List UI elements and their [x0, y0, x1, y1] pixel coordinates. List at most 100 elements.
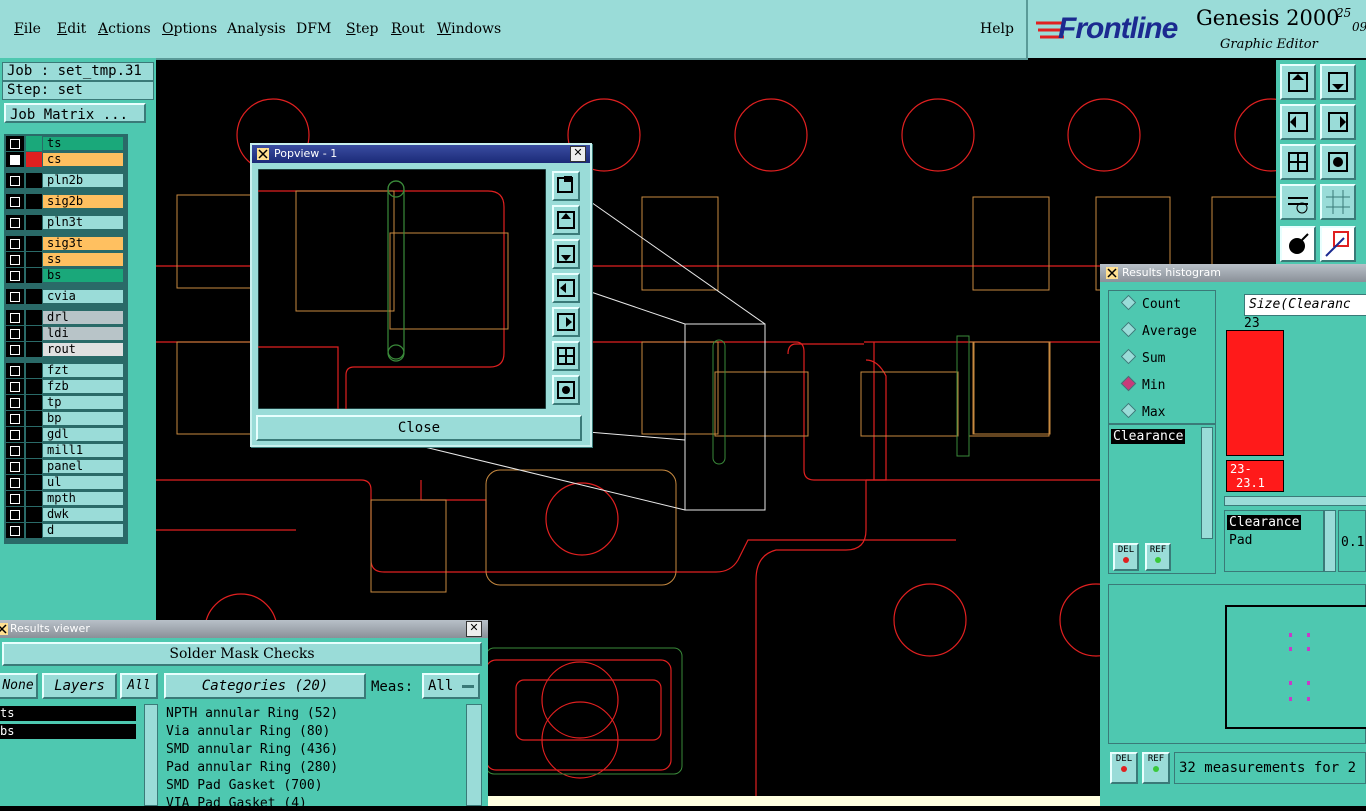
layer-row-pln3t[interactable]: pln3t [6, 215, 124, 230]
layer-name[interactable]: tp [42, 395, 124, 410]
layer-name[interactable]: mpth [42, 491, 124, 506]
layer-checkbox[interactable] [6, 491, 24, 506]
layer-row-panel[interactable]: panel [6, 459, 124, 474]
layer-checkbox[interactable] [6, 411, 24, 426]
layer-checkbox[interactable] [6, 395, 24, 410]
layer-color-swatch[interactable] [26, 507, 42, 522]
popview-zoom-fit-button[interactable] [552, 171, 580, 201]
snap-tool[interactable] [1280, 184, 1316, 220]
job-matrix-button[interactable]: Job Matrix ... [4, 103, 146, 123]
layer-color-swatch[interactable] [26, 443, 42, 458]
type-item[interactable]: Clearance [1227, 515, 1302, 530]
category-item[interactable]: VIA Pad Gasket (4) [166, 796, 307, 811]
radio-average[interactable]: Average [1120, 321, 1197, 339]
layer-row-mpth[interactable]: mpth [6, 491, 124, 506]
menu-actions[interactable]: Actions [98, 21, 151, 37]
radio-count[interactable]: Count [1120, 294, 1181, 312]
layer-row-sig2b[interactable]: sig2b [6, 194, 124, 209]
layer-row-mill1[interactable]: mill1 [6, 443, 124, 458]
layer-name[interactable]: cvia [42, 289, 124, 304]
layer-row-d[interactable]: d [6, 523, 124, 538]
bin-width-spinner[interactable]: 0.1 [1338, 510, 1366, 572]
layer-color-swatch[interactable] [26, 342, 42, 357]
radio-min[interactable]: Min [1120, 375, 1165, 393]
layer-name[interactable]: ldi [42, 326, 124, 341]
layer-color-swatch[interactable] [26, 427, 42, 442]
category-item[interactable]: Pad annular Ring (280) [166, 760, 338, 775]
layer-name[interactable]: d [42, 523, 124, 538]
all-button[interactable]: All [120, 673, 158, 699]
layer-name[interactable]: sig3t [42, 236, 124, 251]
measure-tool[interactable] [1320, 226, 1356, 262]
size-field[interactable]: Size(Clearanc [1244, 294, 1366, 316]
zoom-out-tool[interactable] [1320, 144, 1356, 180]
layer-checkbox[interactable] [6, 523, 24, 538]
layer-checkbox[interactable] [6, 215, 24, 230]
popview-close-button[interactable]: Close [256, 415, 582, 441]
window-menu-icon[interactable] [0, 623, 8, 635]
ref-button-bottom[interactable]: REF [1142, 752, 1170, 784]
layer-row-bp[interactable]: bp [6, 411, 124, 426]
popview-zoom-out-button[interactable] [552, 375, 580, 405]
layer-color-swatch[interactable] [26, 173, 42, 188]
pan-up-tool[interactable] [1280, 64, 1316, 100]
layer-list-scrollbar[interactable] [144, 704, 158, 806]
radio-max[interactable]: Max [1120, 402, 1165, 420]
category-item[interactable]: NPTH annular Ring (52) [166, 706, 338, 721]
layer-name[interactable]: rout [42, 342, 124, 357]
result-layer-item[interactable]: bs [0, 724, 136, 739]
del-button-bottom[interactable]: DEL [1110, 752, 1138, 784]
layer-color-swatch[interactable] [26, 459, 42, 474]
layer-color-swatch[interactable] [26, 236, 42, 251]
category-item[interactable]: SMD Pad Gasket (700) [166, 778, 323, 793]
layer-checkbox[interactable] [6, 152, 24, 167]
menu-options[interactable]: Options [162, 21, 217, 37]
radio-sum[interactable]: Sum [1120, 348, 1165, 366]
layer-checkbox[interactable] [6, 459, 24, 474]
layer-checkbox[interactable] [6, 136, 24, 151]
pad-tool[interactable] [1280, 226, 1316, 262]
layer-row-drl[interactable]: drl [6, 310, 124, 325]
category-item[interactable]: SMD annular Ring (436) [166, 742, 338, 757]
layer-row-fzb[interactable]: fzb [6, 379, 124, 394]
layer-name[interactable]: ul [42, 475, 124, 490]
popview-pan-right-button[interactable] [552, 307, 580, 337]
layer-color-swatch[interactable] [26, 252, 42, 267]
histogram-hscrollbar[interactable] [1224, 496, 1366, 506]
pan-down-tool[interactable] [1320, 64, 1356, 100]
layer-row-bs[interactable]: bs [6, 268, 124, 283]
layer-row-ts[interactable]: ts [6, 136, 124, 151]
del-button[interactable]: DEL [1113, 543, 1139, 571]
layer-color-swatch[interactable] [26, 395, 42, 410]
layer-color-swatch[interactable] [26, 411, 42, 426]
none-button[interactable]: None [0, 673, 38, 699]
layer-name[interactable]: pln2b [42, 173, 124, 188]
layer-color-swatch[interactable] [26, 475, 42, 490]
layer-row-sig3t[interactable]: sig3t [6, 236, 124, 251]
popview-pan-up-button[interactable] [552, 205, 580, 235]
layer-name[interactable]: mill1 [42, 443, 124, 458]
popview-close-icon[interactable]: ✕ [570, 146, 586, 162]
popview-zoom-in-button[interactable] [552, 341, 580, 371]
layer-checkbox[interactable] [6, 427, 24, 442]
layer-checkbox[interactable] [6, 507, 24, 522]
layer-row-cs[interactable]: cs [6, 152, 124, 167]
histogram-bar[interactable] [1226, 330, 1284, 456]
layer-row-ss[interactable]: ss [6, 252, 124, 267]
categories-button[interactable]: Categories (20) [164, 673, 366, 699]
popview-pan-down-button[interactable] [552, 239, 580, 269]
layer-color-swatch[interactable] [26, 363, 42, 378]
menu-windows[interactable]: Windows [437, 21, 501, 37]
layer-color-swatch[interactable] [26, 310, 42, 325]
category-list-scrollbar[interactable] [466, 704, 482, 806]
window-menu-icon[interactable] [257, 148, 269, 160]
layer-color-swatch[interactable] [26, 326, 42, 341]
layer-color-swatch[interactable] [26, 491, 42, 506]
measure-type-scrollbar[interactable] [1201, 427, 1213, 539]
layer-name[interactable]: cs [42, 152, 124, 167]
popview-pan-left-button[interactable] [552, 273, 580, 303]
layer-checkbox[interactable] [6, 173, 24, 188]
layer-checkbox[interactable] [6, 252, 24, 267]
layer-row-ul[interactable]: ul [6, 475, 124, 490]
layer-row-ldi[interactable]: ldi [6, 326, 124, 341]
